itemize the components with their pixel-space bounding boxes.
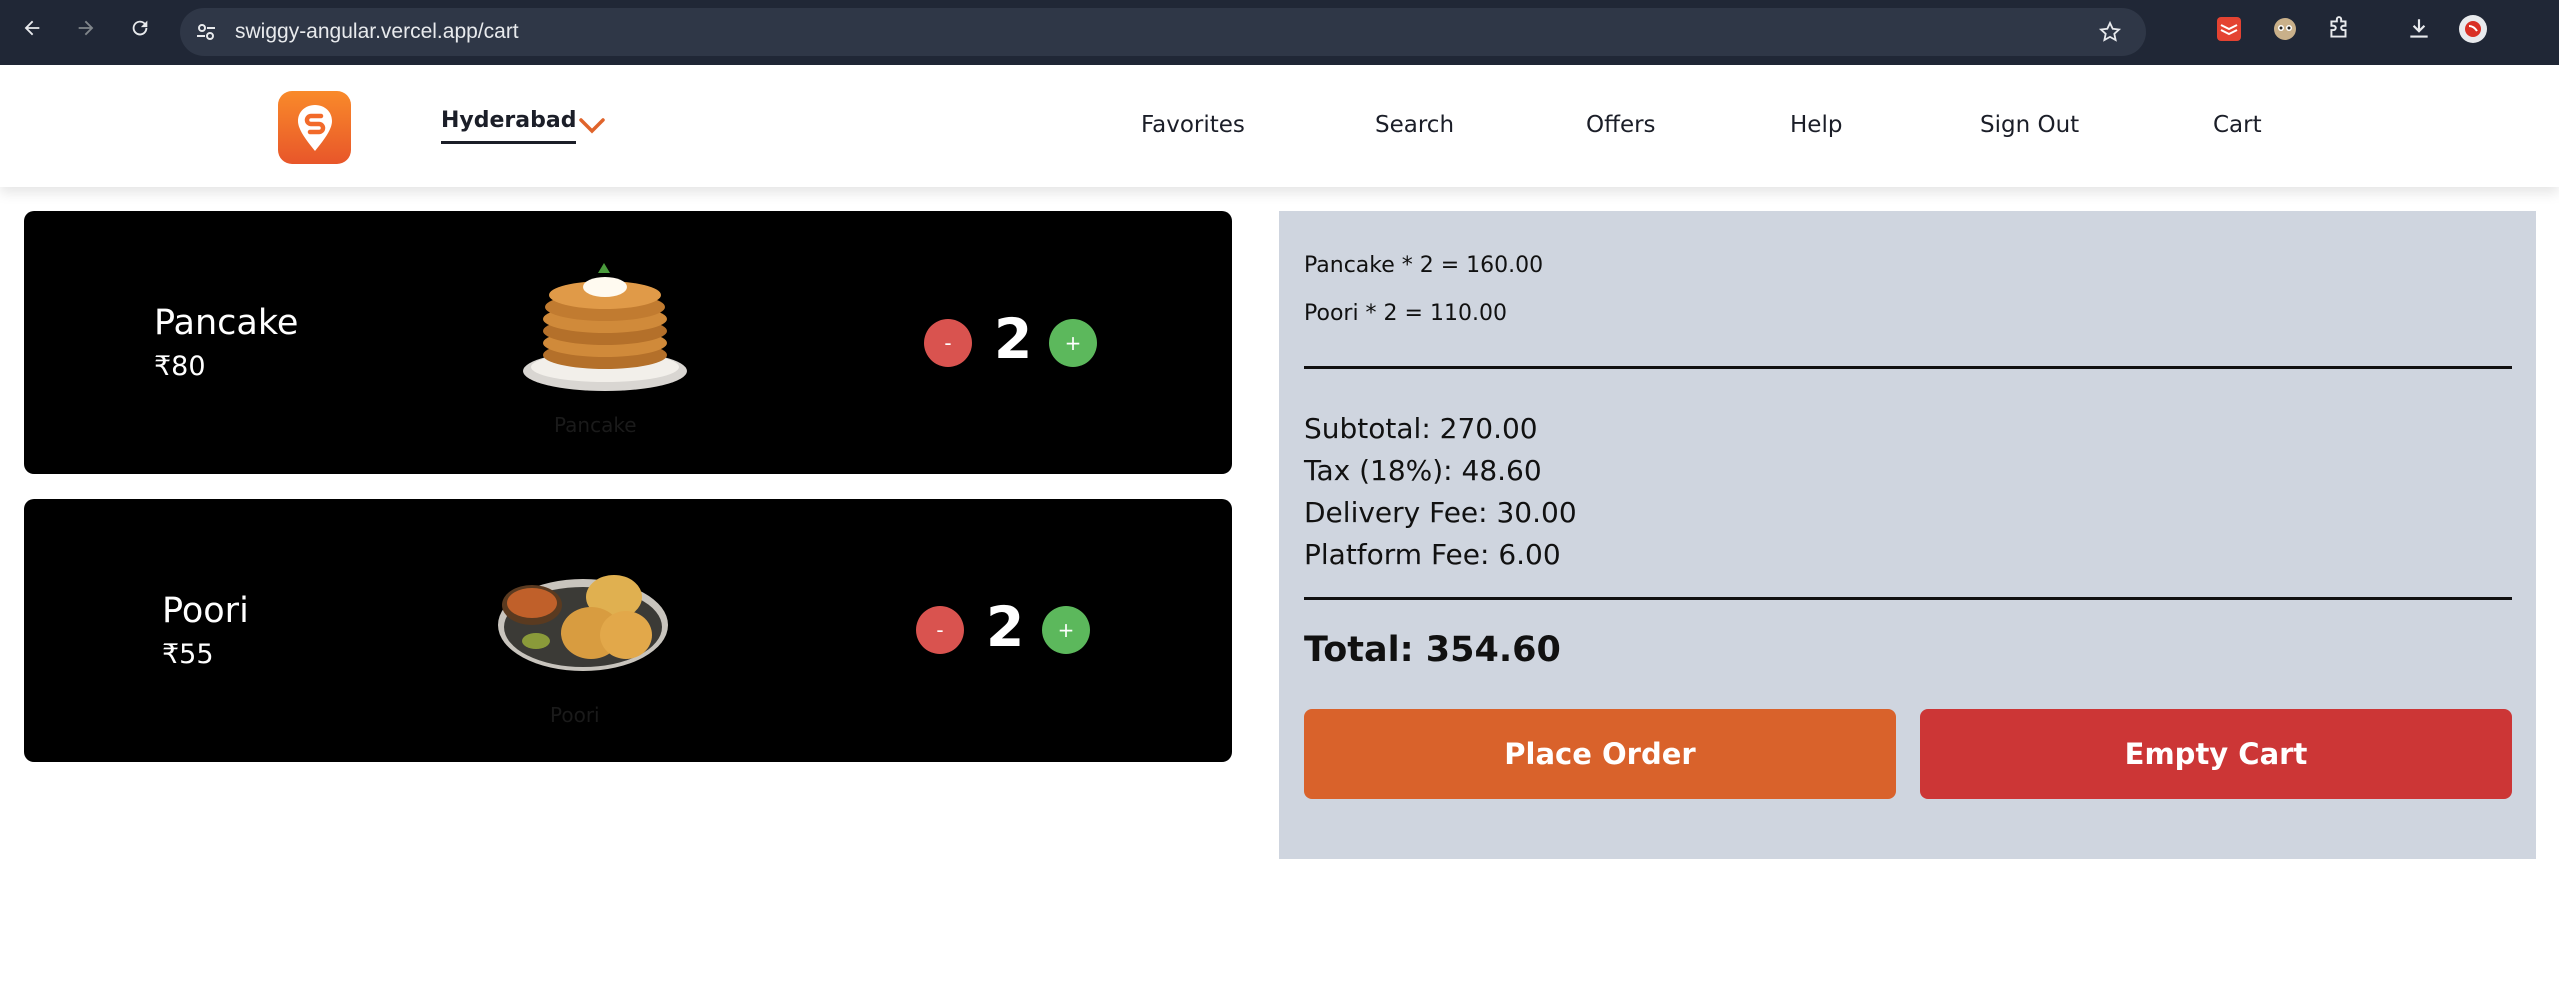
item-image-caption: Pancake	[554, 413, 637, 437]
location-selector[interactable]: Hyderabad	[441, 108, 605, 144]
order-summary-panel: Pancake * 2 = 160.00 Poori * 2 = 110.00 …	[1279, 211, 2536, 859]
total-text: Total: 354.60	[1304, 630, 1561, 670]
chevron-down-icon[interactable]	[578, 116, 606, 141]
item-price: ₹80	[154, 351, 206, 382]
cart-item-card: Pancake ₹80 Pancake - 2 +	[24, 211, 1232, 474]
subtotal-text: Subtotal: 270.00	[1304, 412, 1538, 445]
url-text: swiggy-angular.vercel.app/cart	[235, 20, 519, 43]
item-price: ₹55	[162, 639, 214, 670]
forward-icon[interactable]	[70, 12, 102, 44]
decrease-quantity-button[interactable]: -	[924, 319, 972, 367]
summary-line-item: Pancake * 2 = 160.00	[1304, 253, 1544, 278]
increase-quantity-button[interactable]: +	[1049, 319, 1097, 367]
platform-fee-text: Platform Fee: 6.00	[1304, 538, 1561, 571]
location-label[interactable]: Hyderabad	[441, 108, 577, 144]
site-settings-icon[interactable]	[194, 20, 218, 44]
summary-line-item: Poori * 2 = 110.00	[1304, 301, 1507, 326]
app-header: Hyderabad Favorites Search Offers Help S…	[0, 65, 2559, 187]
delivery-fee-text: Delivery Fee: 30.00	[1304, 496, 1577, 529]
item-name: Poori	[162, 591, 249, 631]
quantity-value: 2	[986, 595, 1025, 659]
nav-cart[interactable]: Cart	[2213, 112, 2262, 138]
browser-toolbar: swiggy-angular.vercel.app/cart	[0, 0, 2559, 65]
summary-divider	[1304, 597, 2512, 600]
nav-help[interactable]: Help	[1790, 112, 1842, 138]
extension-avatar-icon[interactable]	[2270, 14, 2300, 44]
quantity-value: 2	[994, 307, 1033, 371]
tax-text: Tax (18%): 48.60	[1304, 454, 1542, 487]
place-order-button[interactable]: Place Order	[1304, 709, 1896, 799]
empty-cart-button[interactable]: Empty Cart	[1920, 709, 2512, 799]
item-name: Pancake	[154, 303, 299, 343]
cart-item-card: Poori ₹55 Poori - 2 +	[24, 499, 1232, 762]
nav-search[interactable]: Search	[1375, 112, 1454, 138]
nav-sign-out[interactable]: Sign Out	[1980, 112, 2079, 138]
download-icon[interactable]	[2404, 14, 2434, 44]
nav-favorites[interactable]: Favorites	[1141, 112, 1245, 138]
decrease-quantity-button[interactable]: -	[916, 606, 964, 654]
extensions-puzzle-icon[interactable]	[2324, 14, 2354, 44]
summary-divider	[1304, 366, 2512, 369]
back-icon[interactable]	[16, 12, 48, 44]
poori-image	[496, 571, 670, 680]
nav-offers[interactable]: Offers	[1586, 112, 1656, 138]
item-image-caption: Poori	[550, 703, 600, 727]
address-bar[interactable]: swiggy-angular.vercel.app/cart	[180, 8, 2146, 56]
increase-quantity-button[interactable]: +	[1042, 606, 1090, 654]
profile-avatar-icon[interactable]	[2458, 14, 2488, 44]
pancake-image	[520, 259, 690, 399]
bookmark-star-icon[interactable]	[2098, 20, 2122, 44]
reload-icon[interactable]	[124, 12, 156, 44]
swiggy-logo-icon[interactable]	[278, 91, 351, 164]
todoist-extension-icon[interactable]	[2214, 14, 2244, 44]
